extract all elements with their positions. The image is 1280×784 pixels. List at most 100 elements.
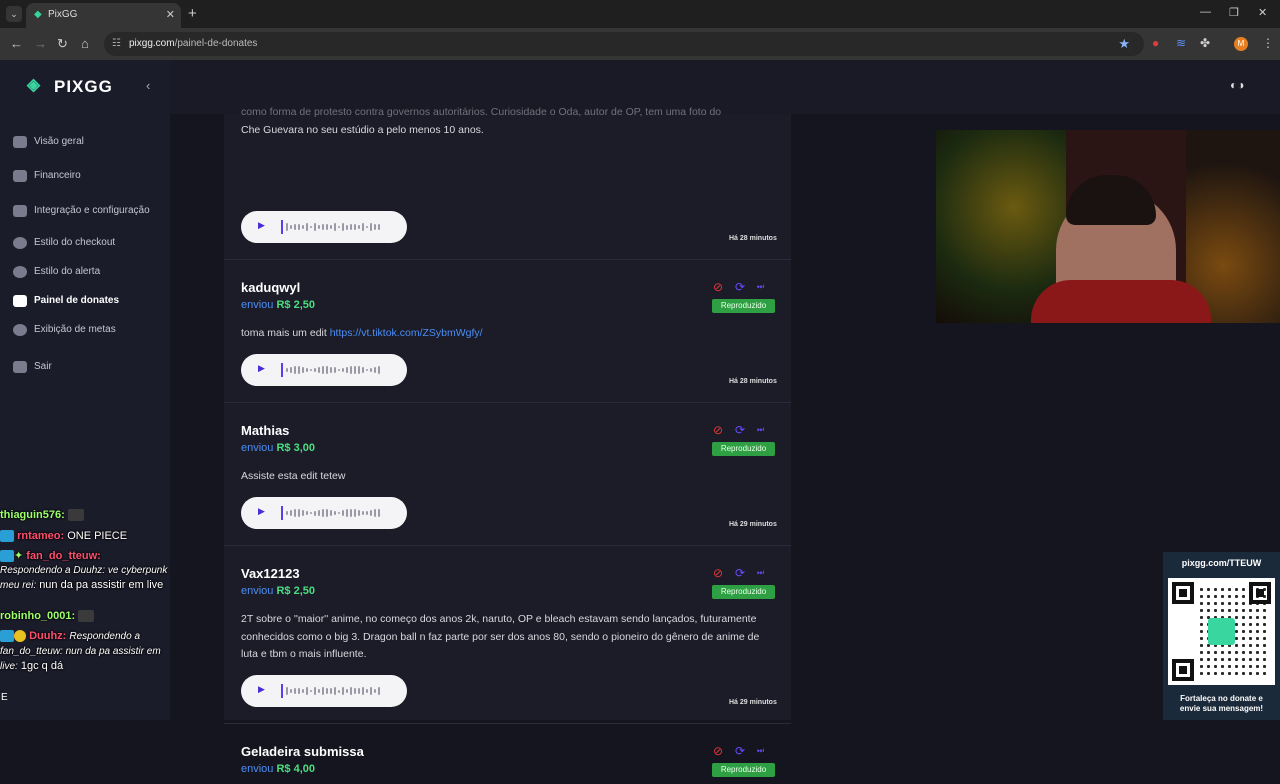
waveform-bar xyxy=(314,510,316,516)
window-close-icon[interactable]: ✕ xyxy=(1258,6,1267,19)
waveform-bar xyxy=(334,687,336,695)
sidebar-item-estilo-checkout[interactable]: Estilo do checkout xyxy=(13,235,163,253)
sidebar-item-visao-geral[interactable]: Visão geral xyxy=(13,134,163,152)
bookmark-star-icon[interactable]: ★ xyxy=(1118,36,1130,52)
tab-list-button[interactable]: ⌄ xyxy=(6,6,22,22)
site-info-icon[interactable]: ☷ xyxy=(112,38,121,49)
donor-name: Mathias xyxy=(241,423,290,438)
waveform-bar xyxy=(346,224,348,230)
waveform-bar xyxy=(378,366,380,374)
sidebar-item-label: Estilo do checkout xyxy=(34,237,116,248)
waveform-bar xyxy=(290,509,292,517)
sub-badge-icon xyxy=(0,530,14,543)
sidebar-item-integracao[interactable]: Integração e configuração xyxy=(13,203,163,221)
donation-time: Há 28 minutos xyxy=(729,378,777,385)
streamer-hair-image xyxy=(1066,175,1156,225)
audio-player[interactable]: ▶ xyxy=(241,497,407,529)
waveform-bar xyxy=(294,366,296,374)
play-icon[interactable]: ▶ xyxy=(258,220,265,231)
waveform-bar xyxy=(294,509,296,517)
waveform xyxy=(286,684,396,698)
waveform-bar xyxy=(366,368,368,372)
chat-message: Respondendo a Duuhz: ve cyberpunk meu re… xyxy=(0,565,168,591)
url-text: pixgg.com/painel-de-donates xyxy=(129,38,258,49)
replay-icon[interactable]: ⟳ xyxy=(735,423,745,437)
block-icon[interactable]: ⊘ xyxy=(713,566,723,580)
waveform-bar xyxy=(310,689,312,693)
reload-icon[interactable]: ↻ xyxy=(57,36,68,52)
close-tab-icon[interactable]: ✕ xyxy=(166,8,175,21)
profile-avatar[interactable]: M xyxy=(1234,37,1248,51)
extension-audio-icon[interactable]: ≋ xyxy=(1176,36,1186,50)
home-icon[interactable]: ⌂ xyxy=(81,36,89,51)
donation-amount: enviou R$ 2,50 xyxy=(241,585,316,597)
waveform-bar xyxy=(318,224,320,230)
theme-toggle-icon[interactable]: ◐◑ xyxy=(1230,78,1245,92)
chat-message: robinho_0001: xyxy=(0,609,170,623)
audio-player[interactable]: ▶ xyxy=(241,354,407,386)
skip-icon[interactable]: ⏭ xyxy=(757,280,764,294)
extension-record-icon[interactable]: ● xyxy=(1152,36,1159,50)
waveform-bar xyxy=(378,687,380,695)
waveform-bar xyxy=(362,223,364,231)
waveform-bar xyxy=(298,366,300,374)
audio-player[interactable]: ▶ xyxy=(241,211,407,243)
collapse-sidebar-icon[interactable]: ‹ xyxy=(146,78,150,93)
sidebar-item-exibicao-metas[interactable]: Exibição de metas xyxy=(13,322,163,340)
waveform-bar xyxy=(334,223,336,231)
sidebar-item-label: Painel de donates xyxy=(34,295,120,306)
waveform-bar xyxy=(286,510,288,516)
skip-icon[interactable]: ⏭ xyxy=(757,566,764,580)
waveform-bar xyxy=(306,367,308,373)
back-icon[interactable]: ← xyxy=(10,36,23,51)
block-icon[interactable]: ⊘ xyxy=(713,280,723,294)
waveform-bar xyxy=(342,687,344,695)
sidebar-item-estilo-alerta[interactable]: Estilo do alerta xyxy=(13,264,163,282)
replay-icon[interactable]: ⟳ xyxy=(735,280,745,294)
donation-card: Vax12123 enviou R$ 2,50 ⊘ ⟳ ⏭ Reproduzid… xyxy=(224,546,791,724)
browser-tab[interactable]: ◆ PixGG ✕ xyxy=(26,3,181,28)
waveform-bar xyxy=(298,223,300,231)
qr-donation-overlay: pixgg.com/TTEUW Fortaleça no donate e en… xyxy=(1163,552,1280,720)
donation-actions: ⊘ ⟳ ⏭ xyxy=(713,280,773,294)
replay-icon[interactable]: ⟳ xyxy=(735,744,745,758)
waveform-bar xyxy=(354,366,356,374)
audio-player[interactable]: ▶ xyxy=(241,675,407,707)
sidebar-item-label: Exibição de metas xyxy=(34,324,116,335)
donor-name: Vax12123 xyxy=(241,566,300,581)
waveform-bar xyxy=(330,509,332,517)
waveform-bar xyxy=(370,223,372,231)
donation-card: Mathias enviou R$ 3,00 ⊘ ⟳ ⏭ Reproduzido… xyxy=(224,403,791,546)
play-icon[interactable]: ▶ xyxy=(258,506,265,517)
emote-icon xyxy=(78,610,95,623)
donation-message: como forma de protesto contra governos a… xyxy=(241,106,722,136)
pixgg-favicon-icon: ◆ xyxy=(34,9,42,20)
restore-icon[interactable]: ❐ xyxy=(1229,6,1239,19)
play-icon[interactable]: ▶ xyxy=(258,363,265,374)
address-bar[interactable]: ☷ pixgg.com/painel-de-donates ★ xyxy=(104,32,1144,56)
waveform-bar xyxy=(326,366,328,374)
message-link[interactable]: https://vt.tiktok.com/ZSybmWgfy/ xyxy=(330,327,483,339)
status-badge: Reproduzido xyxy=(712,442,775,456)
extensions-puzzle-icon[interactable]: ✤ xyxy=(1200,36,1210,50)
browser-menu-icon[interactable]: ⋮ xyxy=(1262,36,1274,50)
qr-finder-icon xyxy=(1172,582,1194,604)
play-icon[interactable]: ▶ xyxy=(258,684,265,695)
palette-icon xyxy=(13,266,27,278)
waveform-bar xyxy=(302,224,304,230)
waveform-bar xyxy=(286,687,288,695)
waveform-bar xyxy=(378,223,380,231)
skip-icon[interactable]: ⏭ xyxy=(757,423,764,437)
minimize-icon[interactable]: — xyxy=(1200,6,1211,18)
block-icon[interactable]: ⊘ xyxy=(713,744,723,758)
sidebar-item-sair[interactable]: Sair xyxy=(13,359,163,377)
sidebar-item-label: Financeiro xyxy=(34,170,81,181)
new-tab-icon[interactable]: + xyxy=(188,5,197,22)
skip-icon[interactable]: ⏭ xyxy=(757,744,764,758)
sidebar-item-financeiro[interactable]: Financeiro xyxy=(13,168,163,186)
sidebar-item-painel-donates[interactable]: Painel de donates xyxy=(13,293,163,311)
replay-icon[interactable]: ⟳ xyxy=(735,566,745,580)
forward-icon[interactable]: → xyxy=(34,36,47,51)
block-icon[interactable]: ⊘ xyxy=(713,423,723,437)
waveform-bar xyxy=(322,366,324,374)
